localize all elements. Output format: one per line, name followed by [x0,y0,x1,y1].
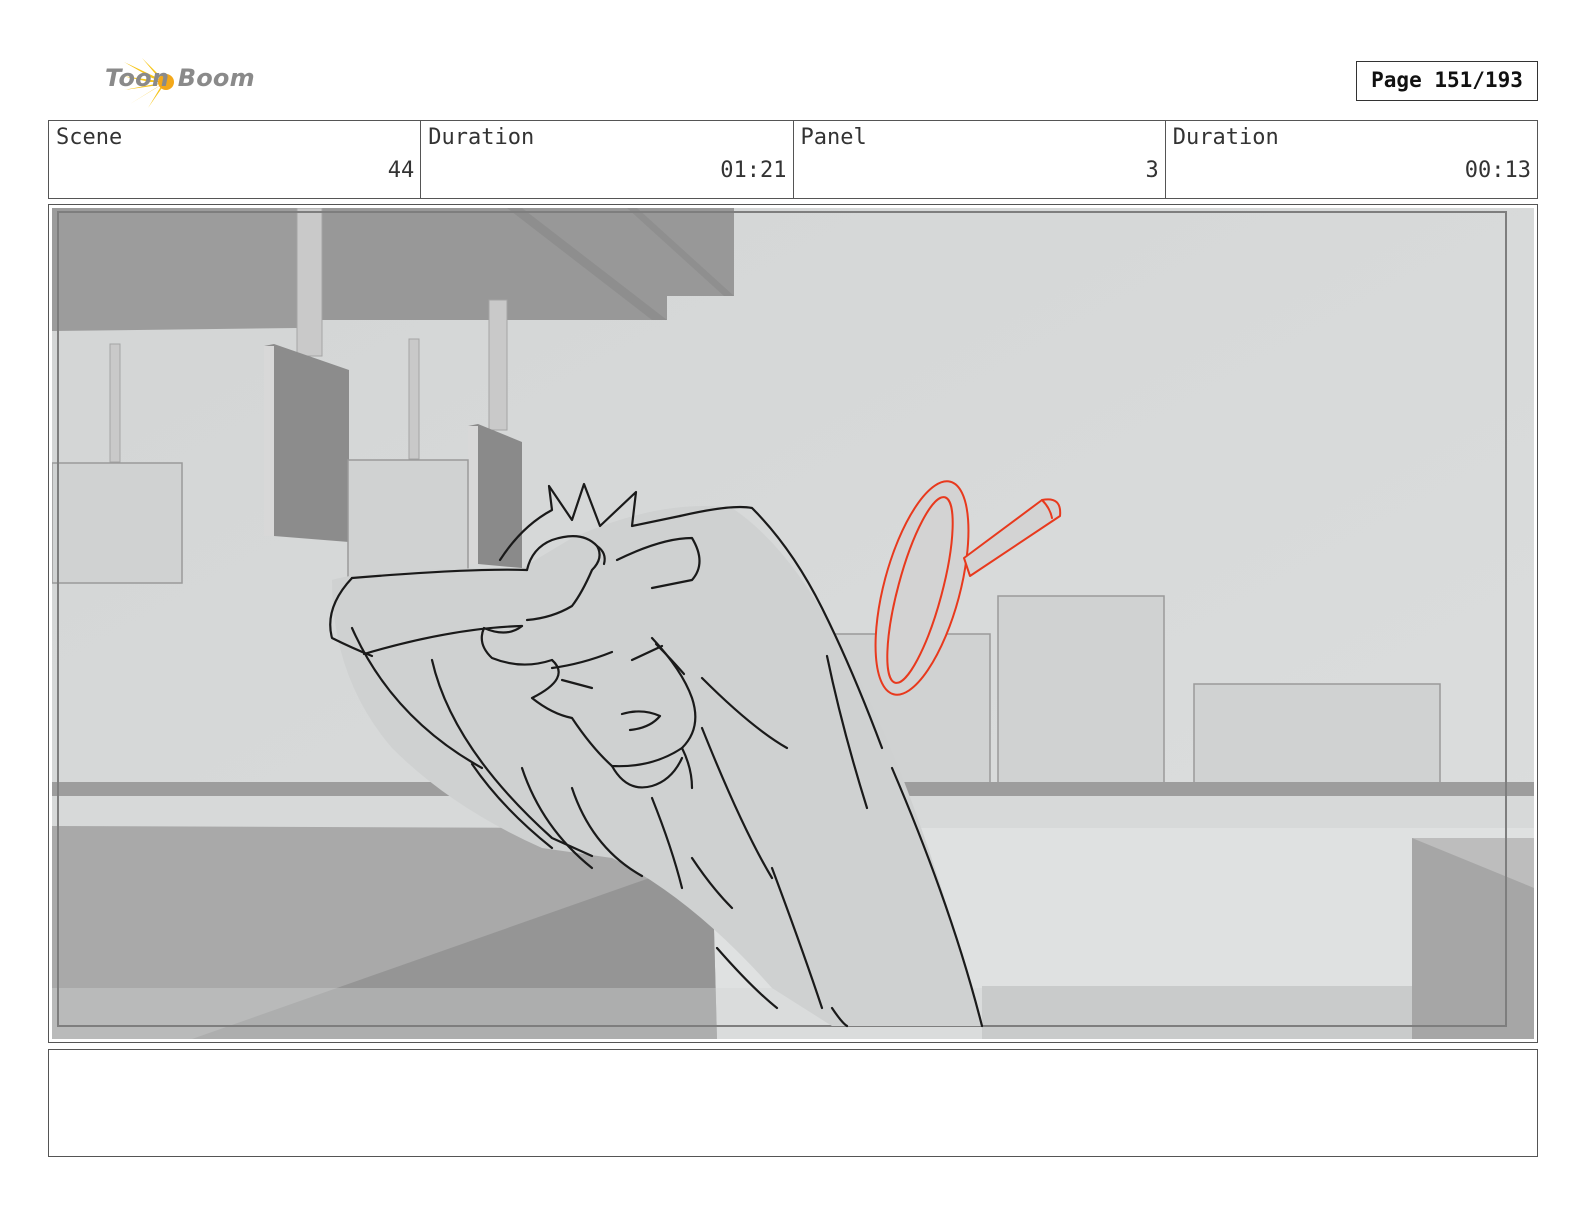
panel-duration-cell: Duration 00:13 [1166,121,1537,198]
scene-duration-value: 01:21 [720,158,787,183]
panel-duration-value: 00:13 [1464,158,1531,183]
ceiling-structure [52,208,734,331]
scene-label: Scene [56,125,123,150]
page-indicator: Page 151/193 [1356,61,1538,101]
panel-notes-box [48,1049,1538,1157]
storyboard-sketch [52,208,1534,1039]
panel-cell: Panel 3 [794,121,1166,198]
scene-duration-label: Duration [428,125,535,150]
panel-duration-label: Duration [1172,125,1279,150]
logo-wordmark: Toon Boom [105,64,255,92]
scene-cell: Scene 44 [49,121,422,198]
panel-value: 3 [1145,158,1159,183]
scene-info-bar: Scene 44 Duration 01:21 Panel 3 Duration… [48,120,1538,199]
panel-label: Panel [800,125,867,150]
scene-duration-cell: Duration 01:21 [421,121,794,198]
scene-value: 44 [387,158,415,183]
storyboard-panel-image [48,204,1538,1043]
